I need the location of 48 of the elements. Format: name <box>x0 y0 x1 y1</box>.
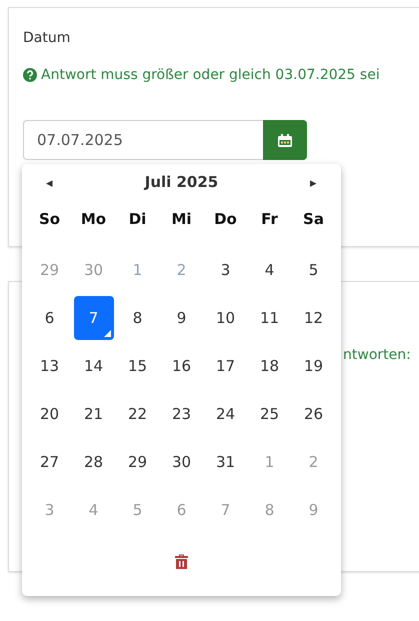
day-cell[interactable]: 7 <box>74 296 114 340</box>
help-icon <box>23 68 37 82</box>
weekday-header: Di <box>128 209 148 230</box>
day-cell[interactable]: 16 <box>162 344 202 388</box>
weekday-header: Mi <box>170 209 193 230</box>
hint-text: Antwort muss größer oder gleich 03.07.2025 sei <box>41 67 380 83</box>
day-cell[interactable]: 8 <box>118 296 158 340</box>
weekday-header: Sa <box>302 209 325 230</box>
date-input[interactable]: 07.07.2025 <box>23 120 263 160</box>
day-cell[interactable]: 22 <box>118 392 158 436</box>
day-cell[interactable]: 30 <box>162 440 202 484</box>
trash-icon <box>175 554 188 569</box>
day-cell[interactable]: 19 <box>294 344 334 388</box>
calendar-button[interactable] <box>263 120 307 160</box>
weekday-header: Do <box>213 209 238 230</box>
field-label: Datum <box>23 30 72 48</box>
weekday-header: Fr <box>260 209 279 230</box>
day-cell[interactable]: 12 <box>294 296 334 340</box>
day-cell[interactable]: 28 <box>74 440 114 484</box>
day-cell[interactable]: 26 <box>294 392 334 436</box>
month-title[interactable]: Juli 2025 <box>72 168 292 196</box>
day-cell[interactable]: 6 <box>30 296 70 340</box>
clear-button[interactable] <box>175 554 188 569</box>
day-cell[interactable]: 20 <box>30 392 70 436</box>
day-cell[interactable]: 15 <box>118 344 158 388</box>
day-cell[interactable]: 27 <box>30 440 70 484</box>
day-cell[interactable]: 29 <box>118 440 158 484</box>
day-cell[interactable]: 5 <box>294 248 334 292</box>
weekday-header: Mo <box>80 209 108 230</box>
day-cell[interactable]: 18 <box>250 344 290 388</box>
day-cell[interactable]: 23 <box>162 392 202 436</box>
day-cell[interactable]: 3 <box>206 248 246 292</box>
day-cell[interactable]: 4 <box>250 248 290 292</box>
question-text: ntworten: <box>343 347 411 363</box>
day-cell[interactable]: 17 <box>206 344 246 388</box>
day-cell[interactable]: 25 <box>250 392 290 436</box>
day-cell[interactable]: 24 <box>206 392 246 436</box>
day-cell[interactable]: 21 <box>74 392 114 436</box>
day-cell[interactable]: 14 <box>74 344 114 388</box>
next-month-button[interactable]: ▸ <box>292 168 336 196</box>
day-cell[interactable]: 13 <box>30 344 70 388</box>
calendar-icon <box>278 134 292 146</box>
day-cell[interactable]: 11 <box>250 296 290 340</box>
day-cell[interactable]: 31 <box>206 440 246 484</box>
weekday-header: So <box>38 209 62 230</box>
day-cell[interactable]: 10 <box>206 296 246 340</box>
day-cell[interactable]: 9 <box>162 296 202 340</box>
previous-month-button[interactable]: ◂ <box>28 168 72 196</box>
